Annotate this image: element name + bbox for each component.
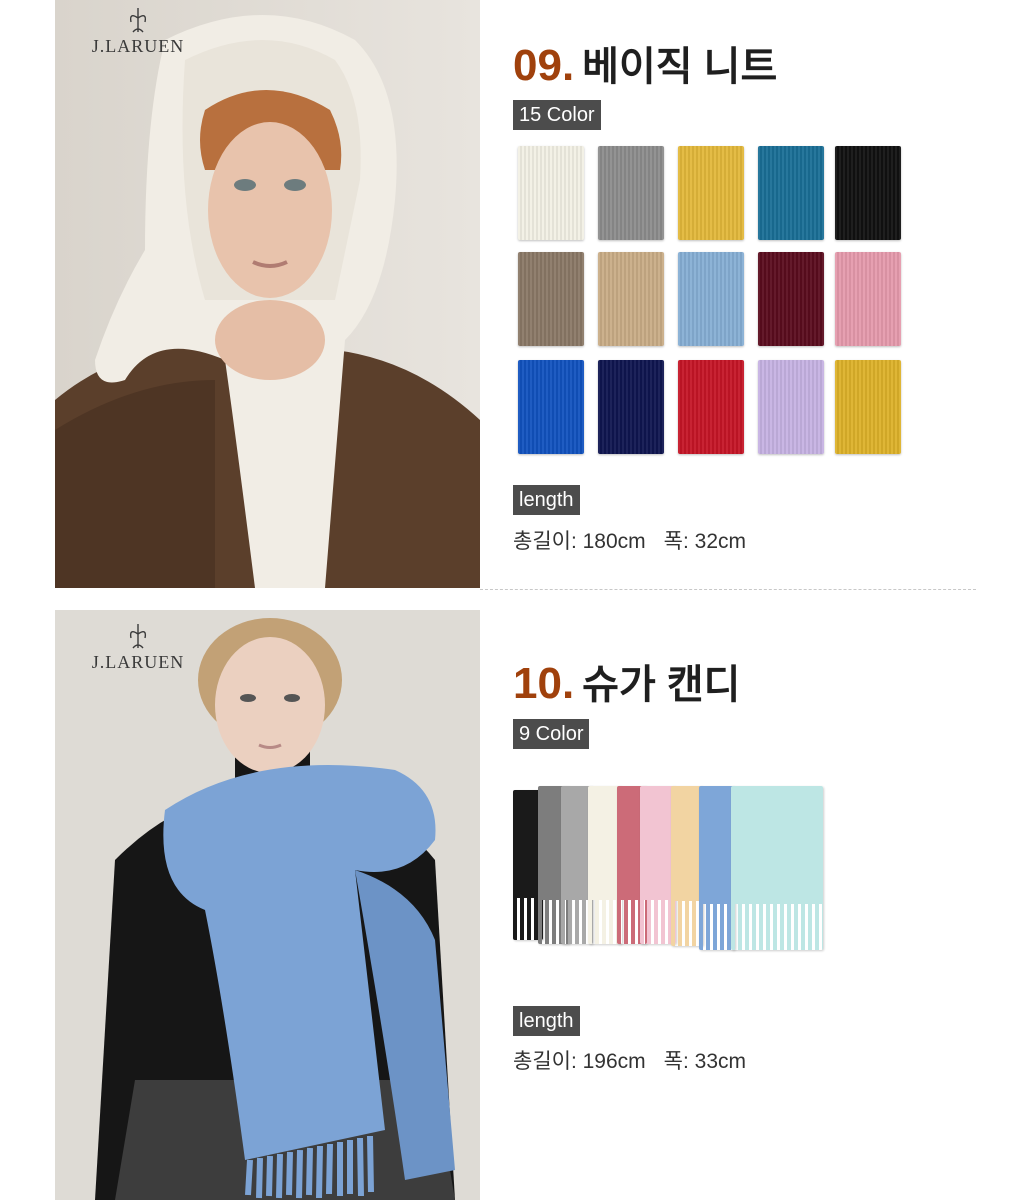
color-swatch <box>758 360 824 454</box>
scarf-swatch <box>699 786 735 950</box>
color-swatch <box>835 252 901 346</box>
brand-name: J.LARUEN <box>91 36 185 56</box>
color-swatch <box>678 360 744 454</box>
brand-logo-10: J.LARUEN <box>88 622 188 673</box>
color-swatch <box>598 252 664 346</box>
color-count-badge-09: 15 Color <box>513 100 601 130</box>
total-length: 총길이: 180cm <box>513 530 646 553</box>
color-swatch <box>518 146 584 240</box>
brand-name: J.LARUEN <box>91 652 185 672</box>
width: 폭: 33cm <box>663 1050 747 1073</box>
product-name: 베이직 니트 <box>582 45 778 89</box>
length-badge-10: length <box>513 1006 580 1036</box>
brand-leaf-icon <box>129 8 147 33</box>
product-title-10: 10. 슈가 캔디 <box>513 652 741 710</box>
color-swatch <box>758 252 824 346</box>
product-title-09: 09. 베이직 니트 <box>513 34 777 92</box>
color-swatch <box>758 146 824 240</box>
product-number: 09. <box>513 41 575 90</box>
width: 폭: 32cm <box>663 530 747 553</box>
length-badge-09: length <box>513 485 580 515</box>
color-count-badge-10: 9 Color <box>513 719 590 749</box>
product-number: 10. <box>513 659 575 708</box>
color-swatch <box>835 360 901 454</box>
product-name: 슈가 캔디 <box>582 663 741 707</box>
color-swatch-grid-09 <box>513 140 908 460</box>
color-swatch <box>598 146 664 240</box>
color-swatch <box>835 146 901 240</box>
brand-leaf-icon <box>129 624 147 649</box>
color-swatch-group-10 <box>513 782 833 952</box>
section-divider <box>480 589 976 590</box>
color-swatch <box>518 360 584 454</box>
brand-logo-09: J.LARUEN <box>88 6 188 57</box>
color-swatch <box>678 252 744 346</box>
product-photo-10 <box>55 610 480 1200</box>
dimensions-09: 총길이: 180cm 폭: 32cm <box>513 525 764 555</box>
product-photo-09 <box>55 0 480 588</box>
color-swatch <box>518 252 584 346</box>
dimensions-10: 총길이: 196cm 폭: 33cm <box>513 1045 764 1075</box>
color-swatch <box>598 360 664 454</box>
color-swatch <box>678 146 744 240</box>
scarf-swatch <box>731 786 823 950</box>
total-length: 총길이: 196cm <box>513 1050 646 1073</box>
